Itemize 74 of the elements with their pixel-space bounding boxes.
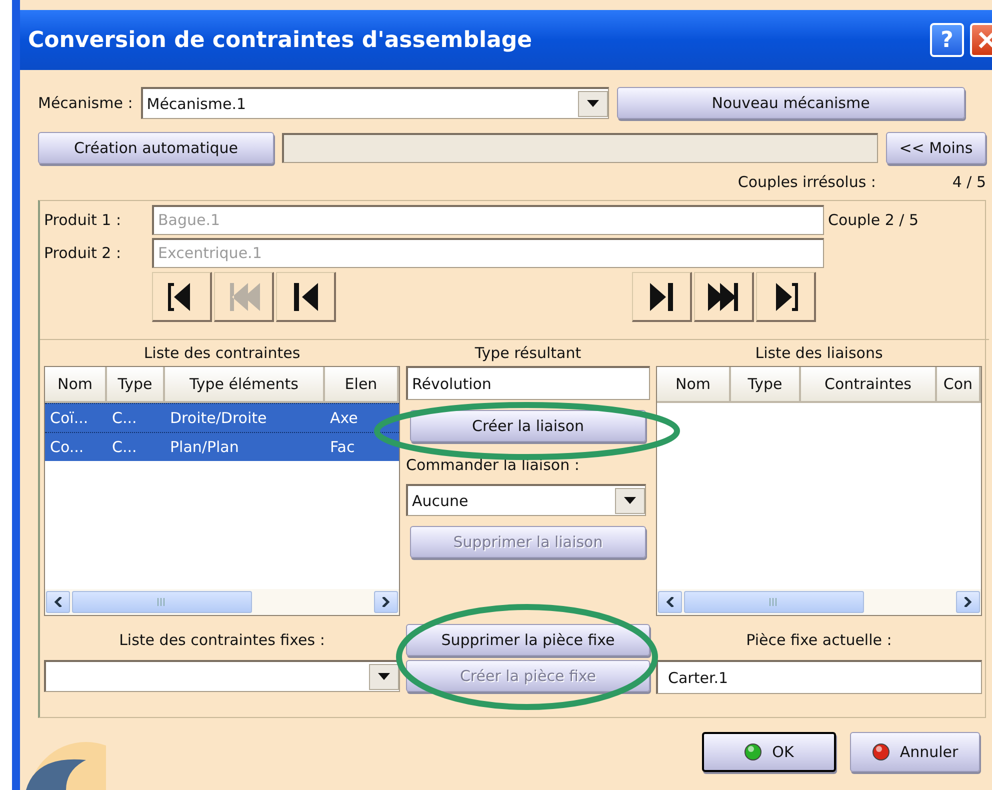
table-row[interactable]: Coï... C... Droite/Droite Axe [45,403,399,432]
window-title: Conversion de contraintes d'assemblage [28,28,534,52]
result-type-field: Révolution [406,366,650,400]
ok-icon [744,743,762,761]
column-header[interactable]: Type éléments [165,367,325,401]
table-cell-text: Plan/Plan [169,437,240,458]
fast-back-icon [228,282,260,310]
cancel-button[interactable]: Annuler [850,732,980,772]
scrollbar-thumb[interactable] [72,591,252,613]
product-label: Produit 1 : [44,210,122,228]
cancel-icon [872,743,890,761]
scroll-left-button[interactable] [658,591,682,613]
scroll-right-button[interactable] [956,591,980,613]
help-button[interactable]: ? [930,23,964,57]
close-icon [978,31,992,49]
chevron-right-icon [382,597,390,607]
nav-button[interactable] [276,272,336,322]
table-cell-text: Co... [49,437,85,458]
caret-icon [624,497,636,504]
less-button[interactable]: << Moins [886,132,986,164]
table-cell-text: Axe [329,408,359,429]
command-dropdown[interactable]: Aucune [406,484,646,516]
nav-button[interactable] [694,272,754,322]
table-cell-text: Fac [329,437,356,458]
product-field: Excentrique.1 [152,238,824,268]
column-header[interactable]: Nom [657,367,731,401]
command-label: Commander la liaison : [406,456,580,474]
table-cell-text: Coï... [49,408,90,429]
table-cell-text: Droite/Droite [169,408,268,429]
current-fixed-part-label: Pièce fixe actuelle : [746,630,892,651]
nav-button[interactable] [632,272,692,322]
current-fixed-part-field: Carter.1 [656,660,982,694]
delete-fixed-part-button[interactable]: Supprimer la pièce fixe [406,624,650,656]
dropdown-button[interactable] [615,488,645,514]
scroll-right-button[interactable] [374,591,398,613]
fixed-constraints-dropdown[interactable] [44,660,400,692]
unresolved-label: Couples irrésolus : [738,173,876,191]
new-mechanism-button[interactable]: Nouveau mécanisme [616,87,965,119]
table-row[interactable]: Co... C... Plan/Plan Fac [45,432,399,461]
grip-icon [769,598,779,606]
column-header[interactable]: Contraintes [801,367,937,401]
product-label: Produit 2 : [44,244,122,262]
auto-create-button[interactable]: Création automatique [38,132,274,164]
nav-button[interactable] [152,272,212,322]
column-header[interactable]: Nom [45,367,107,401]
column-header[interactable]: Elen [325,367,399,401]
create-link-button[interactable]: Créer la liaison [410,410,646,442]
caret-icon [586,100,599,107]
chevron-left-icon [54,597,62,607]
chevron-right-icon [964,597,972,607]
scrollbar-thumb[interactable] [684,591,864,613]
links-title: Liste des liaisons [755,343,883,364]
nav-button[interactable] [756,272,816,322]
result-type-title: Type résultant [474,343,582,364]
unresolved-count: 4 / 5 [951,173,986,191]
scroll-left-button[interactable] [46,591,70,613]
chevron-left-icon [666,597,674,607]
product-field: Bague.1 [152,204,824,234]
table-cell-text: C... [111,437,138,458]
dropdown-button[interactable] [578,90,608,116]
mechanism-dropdown[interactable]: Mécanisme.1 [140,87,609,119]
ok-button[interactable]: OK [702,732,836,772]
column-header[interactable]: Con [937,367,981,401]
column-header[interactable]: Type [107,367,165,401]
column-header[interactable]: Type [731,367,801,401]
constraints-title: Liste des contraintes [144,343,300,364]
table-cell-text: C... [111,408,138,429]
dropdown-button[interactable] [369,664,399,690]
couple-counter: Couple 2 / 5 [828,210,919,228]
fixed-constraints-label: Liste des contraintes fixes : [119,630,325,651]
mechanism-label: Mécanisme : [38,94,133,112]
fast-forward-icon [708,282,740,310]
caret-icon [378,673,390,680]
grip-icon [157,598,167,606]
